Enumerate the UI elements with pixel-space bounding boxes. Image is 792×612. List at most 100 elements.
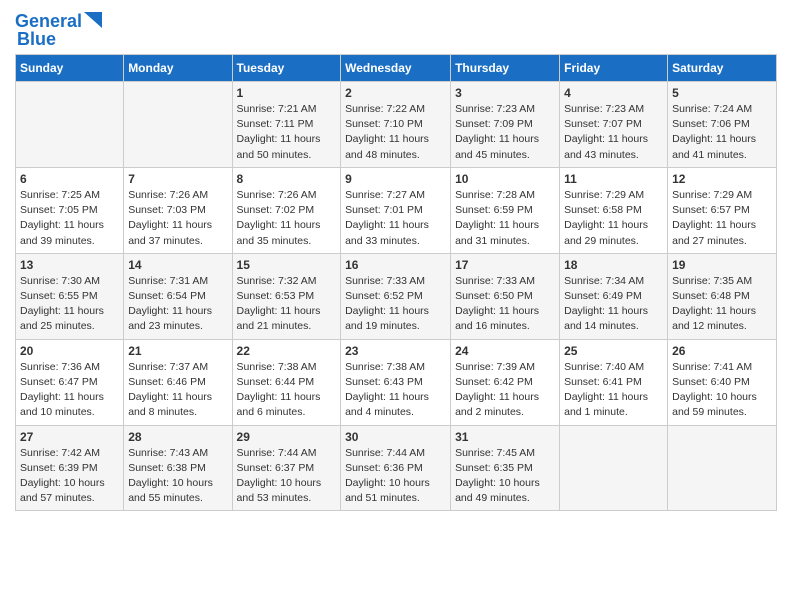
calendar-cell: 27 Sunrise: 7:42 AM Sunset: 6:39 PM Dayli… xyxy=(16,425,124,511)
calendar-cell: 8 Sunrise: 7:26 AM Sunset: 7:02 PM Daylig… xyxy=(232,167,341,253)
calendar-week-row: 20 Sunrise: 7:36 AM Sunset: 6:47 PM Dayli… xyxy=(16,339,777,425)
calendar-cell: 21 Sunrise: 7:37 AM Sunset: 6:46 PM Dayli… xyxy=(124,339,232,425)
day-number: 9 xyxy=(345,172,446,186)
cell-content: Sunrise: 7:35 AM Sunset: 6:48 PM Dayligh… xyxy=(672,274,772,335)
cell-content: Sunrise: 7:44 AM Sunset: 6:37 PM Dayligh… xyxy=(237,446,337,507)
day-number: 21 xyxy=(128,344,227,358)
cell-content: Sunrise: 7:30 AM Sunset: 6:55 PM Dayligh… xyxy=(20,274,119,335)
calendar-cell: 2 Sunrise: 7:22 AM Sunset: 7:10 PM Daylig… xyxy=(341,82,451,168)
cell-content: Sunrise: 7:37 AM Sunset: 6:46 PM Dayligh… xyxy=(128,360,227,421)
calendar-cell: 20 Sunrise: 7:36 AM Sunset: 6:47 PM Dayli… xyxy=(16,339,124,425)
day-number: 17 xyxy=(455,258,555,272)
calendar-cell: 30Sunrise: 7:44 AM Sunset: 6:36 PM Dayli… xyxy=(341,425,451,511)
calendar-cell: 23Sunrise: 7:38 AM Sunset: 6:43 PM Dayli… xyxy=(341,339,451,425)
calendar-cell: 9 Sunrise: 7:27 AM Sunset: 7:01 PM Daylig… xyxy=(341,167,451,253)
calendar-cell xyxy=(560,425,668,511)
cell-content: Sunrise: 7:43 AM Sunset: 6:38 PM Dayligh… xyxy=(128,446,227,507)
cell-content: Sunrise: 7:36 AM Sunset: 6:47 PM Dayligh… xyxy=(20,360,119,421)
logo: General Blue xyxy=(15,10,102,48)
cell-content: Sunrise: 7:31 AM Sunset: 6:54 PM Dayligh… xyxy=(128,274,227,335)
calendar-cell: 3 Sunrise: 7:23 AM Sunset: 7:09 PM Daylig… xyxy=(451,82,560,168)
calendar-cell: 13Sunrise: 7:30 AM Sunset: 6:55 PM Dayli… xyxy=(16,253,124,339)
calendar-cell: 31 Sunrise: 7:45 AM Sunset: 6:35 PM Dayli… xyxy=(451,425,560,511)
cell-content: Sunrise: 7:23 AM Sunset: 7:09 PM Dayligh… xyxy=(455,102,555,163)
day-of-week-header: Saturday xyxy=(668,55,777,82)
day-number: 28 xyxy=(128,430,227,444)
day-number: 11 xyxy=(564,172,663,186)
cell-content: Sunrise: 7:41 AM Sunset: 6:40 PM Dayligh… xyxy=(672,360,772,421)
day-number: 19 xyxy=(672,258,772,272)
day-number: 2 xyxy=(345,86,446,100)
calendar-cell: 25 Sunrise: 7:40 AM Sunset: 6:41 PM Dayli… xyxy=(560,339,668,425)
calendar-cell: 15 Sunrise: 7:32 AM Sunset: 6:53 PM Dayli… xyxy=(232,253,341,339)
day-number: 8 xyxy=(237,172,337,186)
cell-content: Sunrise: 7:26 AM Sunset: 7:03 PM Dayligh… xyxy=(128,188,227,249)
cell-content: Sunrise: 7:32 AM Sunset: 6:53 PM Dayligh… xyxy=(237,274,337,335)
page-header: General Blue xyxy=(15,10,777,48)
cell-content: Sunrise: 7:29 AM Sunset: 6:58 PM Dayligh… xyxy=(564,188,663,249)
day-number: 27 xyxy=(20,430,119,444)
calendar-cell: 7 Sunrise: 7:26 AM Sunset: 7:03 PM Daylig… xyxy=(124,167,232,253)
calendar-cell: 1Sunrise: 7:21 AM Sunset: 7:11 PM Daylig… xyxy=(232,82,341,168)
cell-content: Sunrise: 7:45 AM Sunset: 6:35 PM Dayligh… xyxy=(455,446,555,507)
cell-content: Sunrise: 7:42 AM Sunset: 6:39 PM Dayligh… xyxy=(20,446,119,507)
cell-content: Sunrise: 7:23 AM Sunset: 7:07 PM Dayligh… xyxy=(564,102,663,163)
day-number: 31 xyxy=(455,430,555,444)
calendar-week-row: 27 Sunrise: 7:42 AM Sunset: 6:39 PM Dayli… xyxy=(16,425,777,511)
day-number: 15 xyxy=(237,258,337,272)
day-number: 29 xyxy=(237,430,337,444)
calendar-cell: 18 Sunrise: 7:34 AM Sunset: 6:49 PM Dayli… xyxy=(560,253,668,339)
calendar-cell xyxy=(668,425,777,511)
day-number: 24 xyxy=(455,344,555,358)
day-number: 4 xyxy=(564,86,663,100)
calendar-cell: 19 Sunrise: 7:35 AM Sunset: 6:48 PM Dayli… xyxy=(668,253,777,339)
day-number: 14 xyxy=(128,258,227,272)
day-number: 30 xyxy=(345,430,446,444)
day-number: 23 xyxy=(345,344,446,358)
calendar-cell xyxy=(16,82,124,168)
logo-arrow-icon xyxy=(84,12,102,28)
calendar-cell: 28 Sunrise: 7:43 AM Sunset: 6:38 PM Dayli… xyxy=(124,425,232,511)
cell-content: Sunrise: 7:26 AM Sunset: 7:02 PM Dayligh… xyxy=(237,188,337,249)
day-number: 12 xyxy=(672,172,772,186)
cell-content: Sunrise: 7:21 AM Sunset: 7:11 PM Dayligh… xyxy=(237,102,337,163)
calendar-cell: 24 Sunrise: 7:39 AM Sunset: 6:42 PM Dayli… xyxy=(451,339,560,425)
cell-content: Sunrise: 7:40 AM Sunset: 6:41 PM Dayligh… xyxy=(564,360,663,421)
calendar-cell: 26 Sunrise: 7:41 AM Sunset: 6:40 PM Dayli… xyxy=(668,339,777,425)
day-number: 18 xyxy=(564,258,663,272)
cell-content: Sunrise: 7:33 AM Sunset: 6:50 PM Dayligh… xyxy=(455,274,555,335)
day-number: 5 xyxy=(672,86,772,100)
day-number: 22 xyxy=(237,344,337,358)
cell-content: Sunrise: 7:33 AM Sunset: 6:52 PM Dayligh… xyxy=(345,274,446,335)
day-number: 3 xyxy=(455,86,555,100)
calendar-cell: 14 Sunrise: 7:31 AM Sunset: 6:54 PM Dayli… xyxy=(124,253,232,339)
cell-content: Sunrise: 7:22 AM Sunset: 7:10 PM Dayligh… xyxy=(345,102,446,163)
day-number: 25 xyxy=(564,344,663,358)
day-number: 16 xyxy=(345,258,446,272)
day-number: 10 xyxy=(455,172,555,186)
day-number: 20 xyxy=(20,344,119,358)
day-of-week-header: Monday xyxy=(124,55,232,82)
calendar-table: SundayMondayTuesdayWednesdayThursdayFrid… xyxy=(15,54,777,511)
day-number: 6 xyxy=(20,172,119,186)
cell-content: Sunrise: 7:24 AM Sunset: 7:06 PM Dayligh… xyxy=(672,102,772,163)
calendar-cell: 11 Sunrise: 7:29 AM Sunset: 6:58 PM Dayli… xyxy=(560,167,668,253)
day-number: 26 xyxy=(672,344,772,358)
calendar-cell: 29 Sunrise: 7:44 AM Sunset: 6:37 PM Dayli… xyxy=(232,425,341,511)
cell-content: Sunrise: 7:25 AM Sunset: 7:05 PM Dayligh… xyxy=(20,188,119,249)
cell-content: Sunrise: 7:28 AM Sunset: 6:59 PM Dayligh… xyxy=(455,188,555,249)
cell-content: Sunrise: 7:29 AM Sunset: 6:57 PM Dayligh… xyxy=(672,188,772,249)
cell-content: Sunrise: 7:34 AM Sunset: 6:49 PM Dayligh… xyxy=(564,274,663,335)
day-number: 7 xyxy=(128,172,227,186)
day-of-week-header: Tuesday xyxy=(232,55,341,82)
day-of-week-header: Wednesday xyxy=(341,55,451,82)
cell-content: Sunrise: 7:39 AM Sunset: 6:42 PM Dayligh… xyxy=(455,360,555,421)
calendar-cell: 12 Sunrise: 7:29 AM Sunset: 6:57 PM Dayli… xyxy=(668,167,777,253)
cell-content: Sunrise: 7:27 AM Sunset: 7:01 PM Dayligh… xyxy=(345,188,446,249)
day-of-week-header: Thursday xyxy=(451,55,560,82)
calendar-week-row: 1Sunrise: 7:21 AM Sunset: 7:11 PM Daylig… xyxy=(16,82,777,168)
day-of-week-header: Sunday xyxy=(16,55,124,82)
calendar-header-row: SundayMondayTuesdayWednesdayThursdayFrid… xyxy=(16,55,777,82)
logo-blue-text: Blue xyxy=(17,30,56,48)
calendar-cell: 17 Sunrise: 7:33 AM Sunset: 6:50 PM Dayli… xyxy=(451,253,560,339)
